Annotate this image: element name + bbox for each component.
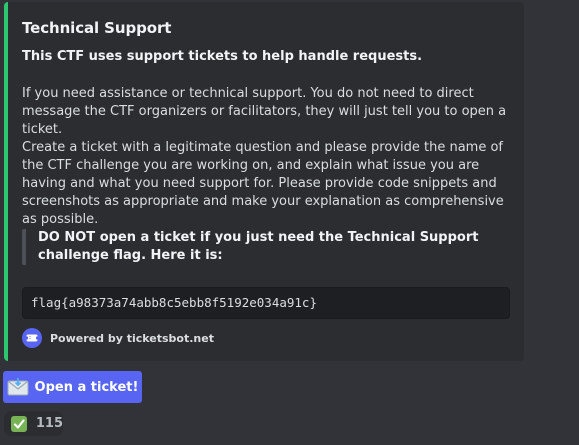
reaction-count: 115 — [35, 416, 63, 431]
footer-text: Powered by ticketsbot.net — [50, 331, 214, 345]
envelope-icon — [7, 378, 29, 396]
open-ticket-label: Open a ticket! — [34, 379, 139, 395]
embed-paragraph-2: Create a ticket with a legitimate questi… — [22, 140, 504, 227]
embed-card: Technical Support This CTF uses support … — [4, 2, 524, 361]
check-mark-icon — [11, 415, 27, 432]
ticketsbot-logo-icon — [22, 328, 42, 348]
blockquote: DO NOT open a ticket if you just need th… — [22, 229, 502, 265]
code-block[interactable]: flag{a98373a74abb8c5ebb8f5192e034a91c} — [22, 287, 510, 319]
embed-paragraph-1: If you need assistance or technical supp… — [22, 86, 507, 137]
embed-footer: Powered by ticketsbot.net — [22, 328, 214, 348]
flag-code-text[interactable]: flag{a98373a74abb8c5ebb8f5192e034a91c} — [31, 295, 317, 310]
embed-title: Technical Support — [22, 19, 172, 37]
embed-bold-line: This CTF uses support tickets to help ha… — [22, 49, 423, 64]
reaction-check[interactable]: 115 — [4, 411, 63, 436]
blockquote-text: DO NOT open a ticket if you just need th… — [38, 230, 479, 263]
open-ticket-button[interactable]: Open a ticket! — [3, 371, 142, 403]
